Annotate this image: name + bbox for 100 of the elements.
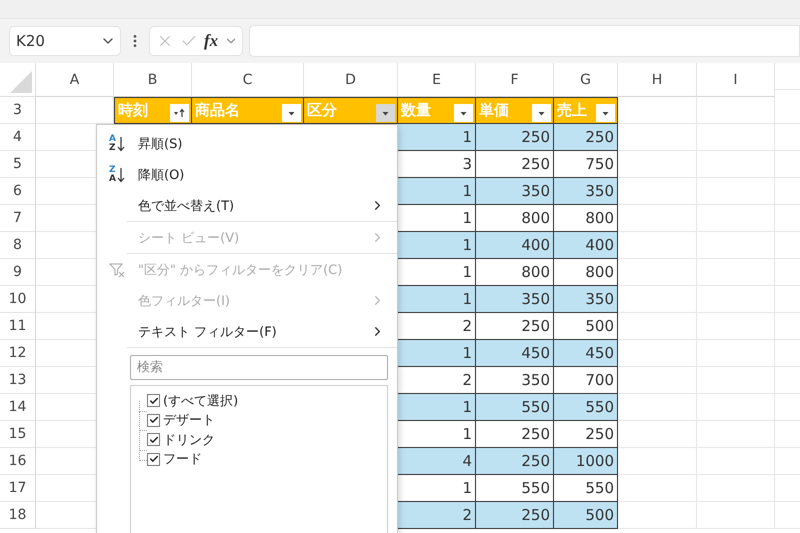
- table-cell: 2: [398, 313, 476, 340]
- checkbox[interactable]: [147, 452, 160, 466]
- header-label: 区分: [307, 101, 337, 120]
- row-number: 17: [0, 475, 36, 502]
- table-cell: 400: [476, 232, 554, 259]
- column-header[interactable]: E: [398, 63, 476, 97]
- row-number: 8: [0, 232, 36, 259]
- table-cell: 350: [554, 286, 618, 313]
- table-cell: 550: [554, 475, 618, 502]
- table-cell: 550: [476, 394, 554, 421]
- checkbox-label: (すべて選択): [163, 392, 238, 410]
- column-header[interactable]: B: [114, 63, 192, 97]
- table-cell: 350: [476, 367, 554, 394]
- column-header[interactable]: G: [554, 63, 618, 97]
- checkbox-label: デザート: [163, 412, 215, 430]
- filter-button[interactable]: [596, 104, 615, 122]
- table-cell: 1: [398, 475, 476, 502]
- filter-button[interactable]: [170, 104, 189, 122]
- row-number: 18: [0, 502, 36, 529]
- table-cell: 250: [476, 151, 554, 178]
- table-cell: 800: [554, 205, 618, 232]
- column-header[interactable]: F: [476, 63, 554, 97]
- checkbox[interactable]: [147, 414, 160, 427]
- row-number: 3: [0, 97, 36, 124]
- search-field[interactable]: 検索: [130, 355, 388, 380]
- table-cell: 800: [476, 205, 554, 232]
- table-cell: 250: [476, 124, 554, 151]
- header-label: 時刻: [118, 101, 148, 120]
- checkbox[interactable]: [147, 433, 160, 446]
- table-cell: 350: [554, 178, 618, 205]
- column-header[interactable]: C: [192, 63, 304, 97]
- row-number: 7: [0, 205, 36, 232]
- row-number: 10: [0, 286, 36, 313]
- table-cell: 550: [554, 394, 618, 421]
- table-cell: 250: [476, 421, 554, 448]
- table-cell: 1: [398, 421, 476, 448]
- table-cell: 2: [398, 502, 476, 529]
- row-number: 12: [0, 340, 36, 367]
- table-cell: 1: [398, 178, 476, 205]
- table-cell: 450: [554, 340, 618, 367]
- formula-input[interactable]: [249, 25, 800, 57]
- table-cell: 1: [398, 340, 476, 367]
- table-cell: 500: [554, 313, 618, 340]
- table-cell: 3: [398, 151, 476, 178]
- insert-function-button[interactable]: fx: [204, 31, 218, 51]
- filter-button[interactable]: [454, 104, 473, 122]
- header-label: 数量: [401, 101, 431, 120]
- menu-item[interactable]: A Z 昇順(S): [97, 128, 397, 159]
- table-cell: 1000: [554, 448, 618, 475]
- table-cell: 250: [476, 502, 554, 529]
- column-header[interactable]: A: [36, 63, 114, 97]
- row-number: 5: [0, 151, 36, 178]
- column-header[interactable]: I: [697, 63, 775, 97]
- checkbox[interactable]: [147, 394, 160, 408]
- table-cell: 350: [476, 286, 554, 313]
- checkbox-label: ドリンク: [163, 432, 215, 449]
- table-cell: 800: [554, 259, 618, 286]
- menu-item[interactable]: 色で並べ替え(T): [97, 190, 397, 221]
- table-cell: 750: [554, 151, 618, 178]
- filter-button[interactable]: [282, 104, 301, 122]
- table-cell: 250: [476, 313, 554, 340]
- table-cell: 250: [554, 421, 618, 448]
- row-number: 9: [0, 259, 36, 286]
- table-cell: 700: [554, 367, 618, 394]
- table-cell: 1: [398, 259, 476, 286]
- sort-filter-icon: [173, 108, 186, 118]
- row-number: 11: [0, 313, 36, 340]
- row-number: 6: [0, 178, 36, 205]
- table-cell: 1: [398, 394, 476, 421]
- column-header[interactable]: D: [304, 63, 398, 97]
- table-cell: 250: [554, 124, 618, 151]
- table-cell: 1: [398, 232, 476, 259]
- row-number: 14: [0, 394, 36, 421]
- menu-item[interactable]: Z A 降順(O): [97, 159, 397, 190]
- table-cell: 800: [476, 259, 554, 286]
- table-cell: 500: [554, 502, 618, 529]
- header-label: 商品名: [195, 101, 240, 120]
- filter-button[interactable]: [376, 104, 395, 122]
- table-cell: 550: [476, 475, 554, 502]
- checkbox-label: フード: [163, 451, 202, 468]
- header-label: 単価: [479, 101, 509, 120]
- table-cell: 1: [398, 205, 476, 232]
- clear-filter-icon: [109, 262, 125, 278]
- column-header[interactable]: H: [618, 63, 697, 97]
- row-number: 13: [0, 367, 36, 394]
- table-cell: 1: [398, 124, 476, 151]
- filter-button[interactable]: [532, 104, 551, 122]
- row-number: 15: [0, 421, 36, 448]
- table-cell: 1: [398, 286, 476, 313]
- row-number: 16: [0, 448, 36, 475]
- menu-item[interactable]: テキスト フィルター(F): [97, 316, 397, 347]
- header-label: 売上: [557, 101, 587, 120]
- table-cell: 450: [476, 340, 554, 367]
- row-number: 4: [0, 124, 36, 151]
- table-cell: 350: [476, 178, 554, 205]
- table-cell: 2: [398, 367, 476, 394]
- table-cell: 400: [554, 232, 618, 259]
- table-cell: 250: [476, 448, 554, 475]
- table-cell: 4: [398, 448, 476, 475]
- name-box[interactable]: K20: [9, 26, 121, 56]
